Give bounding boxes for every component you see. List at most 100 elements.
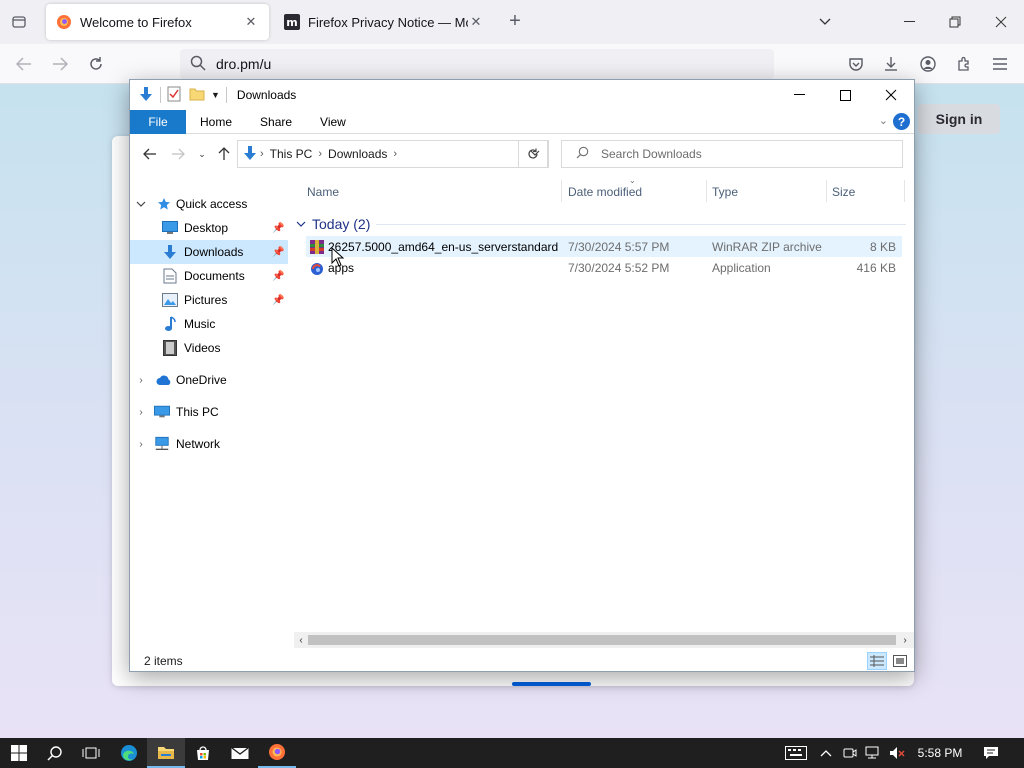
- meet-now-camera-icon[interactable]: [840, 738, 860, 768]
- url-bar[interactable]: dro.pm/u: [180, 49, 774, 79]
- close-tab-icon[interactable]: ✕: [243, 14, 259, 30]
- scroll-right-arrow-icon[interactable]: ›: [898, 633, 912, 647]
- ribbon-tab-file[interactable]: File: [130, 109, 186, 134]
- minimize-icon[interactable]: [886, 0, 932, 44]
- documents-icon: [162, 268, 178, 284]
- scrollbar-thumb[interactable]: [308, 635, 896, 645]
- firefox-taskbar-icon[interactable]: [258, 738, 296, 768]
- nav-label: This PC: [176, 405, 219, 419]
- file-explorer-taskbar-icon[interactable]: [147, 738, 185, 768]
- column-header-name[interactable]: Name: [307, 182, 339, 202]
- breadcrumb-chevron-icon[interactable]: ›: [393, 148, 397, 160]
- nav-downloads[interactable]: Downloads 📌: [130, 240, 288, 264]
- search-downloads-input[interactable]: Search Downloads: [561, 140, 903, 168]
- new-tab-icon[interactable]: +: [504, 11, 526, 33]
- task-view-icon[interactable]: [72, 738, 110, 768]
- pin-icon[interactable]: 📌: [272, 271, 284, 282]
- nav-desktop[interactable]: Desktop 📌: [130, 216, 288, 240]
- show-hidden-icons-chevron-icon[interactable]: [816, 738, 836, 768]
- address-bar[interactable]: › This PC › Downloads ›: [237, 140, 549, 168]
- scroll-left-arrow-icon[interactable]: ‹: [294, 633, 308, 647]
- expand-ribbon-chevron-icon[interactable]: ⌄: [879, 114, 888, 127]
- restore-icon[interactable]: [932, 0, 978, 44]
- file-row[interactable]: 26257.5000_amd64_en-us_serverstandard...…: [306, 236, 902, 257]
- microsoft-store-icon[interactable]: [184, 738, 222, 768]
- breadcrumb-chevron-icon[interactable]: ›: [318, 148, 322, 160]
- nav-music[interactable]: Music: [130, 312, 288, 336]
- downloads-icon[interactable]: [879, 52, 903, 76]
- pocket-icon[interactable]: [844, 52, 868, 76]
- expanded-chevron-icon[interactable]: [136, 199, 146, 210]
- close-tab-icon[interactable]: ✕: [468, 14, 484, 30]
- group-collapse-chevron-icon[interactable]: [296, 219, 306, 230]
- extensions-icon[interactable]: [952, 52, 976, 76]
- breadcrumb-this-pc[interactable]: This PC: [270, 147, 313, 161]
- recent-locations-chevron-icon[interactable]: ⌄: [192, 146, 212, 162]
- menu-hamburger-icon[interactable]: [988, 52, 1012, 76]
- network-status-icon[interactable]: [862, 738, 884, 768]
- nav-documents[interactable]: Documents 📌: [130, 264, 288, 288]
- tab-welcome-to-firefox[interactable]: Welcome to Firefox ✕: [46, 4, 269, 40]
- search-icon[interactable]: [36, 738, 74, 768]
- ribbon-tab-view[interactable]: View: [306, 110, 360, 134]
- ribbon-tab-share[interactable]: Share: [246, 110, 306, 134]
- column-header-date-modified[interactable]: Date modified: [568, 182, 642, 202]
- volume-muted-icon[interactable]: [886, 738, 908, 768]
- taskbar-clock[interactable]: 5:58 PM: [910, 738, 970, 768]
- file-row[interactable]: apps 7/30/2024 5:52 PM Application 416 K…: [306, 257, 902, 278]
- forward-arrow-icon[interactable]: [48, 52, 72, 76]
- collapsed-chevron-icon[interactable]: ›: [136, 375, 146, 386]
- nav-network[interactable]: › Network: [130, 432, 288, 456]
- application-icon: [309, 260, 325, 276]
- notifications-icon[interactable]: [980, 738, 1002, 768]
- file-name: 26257.5000_amd64_en-us_serverstandard...: [328, 239, 558, 254]
- pin-icon[interactable]: 📌: [272, 223, 284, 234]
- minimize-icon[interactable]: [776, 80, 822, 110]
- back-arrow-icon[interactable]: [140, 146, 160, 162]
- new-folder-icon[interactable]: [189, 87, 205, 104]
- list-all-tabs-icon[interactable]: [8, 11, 30, 33]
- tab-firefox-privacy-notice[interactable]: m Firefox Privacy Notice — Mozill ✕: [274, 4, 494, 40]
- nav-this-pc[interactable]: › This PC: [130, 400, 288, 424]
- up-arrow-icon[interactable]: [214, 146, 234, 162]
- properties-checkbox-icon[interactable]: [167, 86, 181, 105]
- winrar-archive-icon: [309, 239, 325, 255]
- nav-onedrive[interactable]: › OneDrive: [130, 368, 288, 392]
- large-icons-view-icon[interactable]: [890, 652, 910, 670]
- close-window-icon[interactable]: [868, 80, 914, 110]
- column-header-type[interactable]: Type: [712, 182, 738, 202]
- refresh-icon[interactable]: [518, 140, 548, 168]
- help-icon[interactable]: ?: [893, 113, 910, 130]
- nav-quick-access[interactable]: Quick access: [130, 192, 288, 216]
- pin-icon[interactable]: 📌: [272, 295, 284, 306]
- tab-overflow-chevron-icon[interactable]: [802, 0, 848, 44]
- breadcrumb-chevron-icon[interactable]: ›: [260, 148, 264, 160]
- file-size: 8 KB: [869, 239, 896, 254]
- reload-icon[interactable]: [84, 52, 108, 76]
- close-window-icon[interactable]: [978, 0, 1024, 44]
- column-header-size[interactable]: Size: [832, 182, 855, 202]
- mail-icon[interactable]: [221, 738, 259, 768]
- back-arrow-icon[interactable]: [12, 52, 36, 76]
- group-header-today[interactable]: Today (2): [296, 214, 906, 234]
- nav-pictures[interactable]: Pictures 📌: [130, 288, 288, 312]
- collapsed-chevron-icon[interactable]: ›: [136, 439, 146, 450]
- maximize-icon[interactable]: [822, 80, 868, 110]
- nav-label: OneDrive: [176, 373, 227, 387]
- nav-videos[interactable]: Videos: [130, 336, 288, 360]
- ribbon-tab-home[interactable]: Home: [186, 110, 246, 134]
- details-view-icon[interactable]: [867, 652, 887, 670]
- edge-browser-icon[interactable]: [110, 738, 148, 768]
- account-icon[interactable]: [916, 52, 940, 76]
- windows-start-icon[interactable]: [0, 738, 38, 768]
- input-indicator-icon[interactable]: [782, 738, 810, 768]
- pin-icon[interactable]: 📌: [272, 247, 284, 258]
- collapsed-chevron-icon[interactable]: ›: [136, 407, 146, 418]
- horizontal-scrollbar[interactable]: ‹ ›: [294, 632, 914, 648]
- explorer-title-bar: ▼ Downloads: [130, 80, 914, 110]
- customize-toolbar-dropdown-icon[interactable]: ▼: [211, 90, 220, 100]
- sign-in-button[interactable]: Sign in: [918, 104, 1000, 134]
- breadcrumb-downloads[interactable]: Downloads: [328, 147, 387, 161]
- forward-arrow-icon[interactable]: [168, 146, 188, 162]
- downloads-arrow-icon: [138, 86, 154, 105]
